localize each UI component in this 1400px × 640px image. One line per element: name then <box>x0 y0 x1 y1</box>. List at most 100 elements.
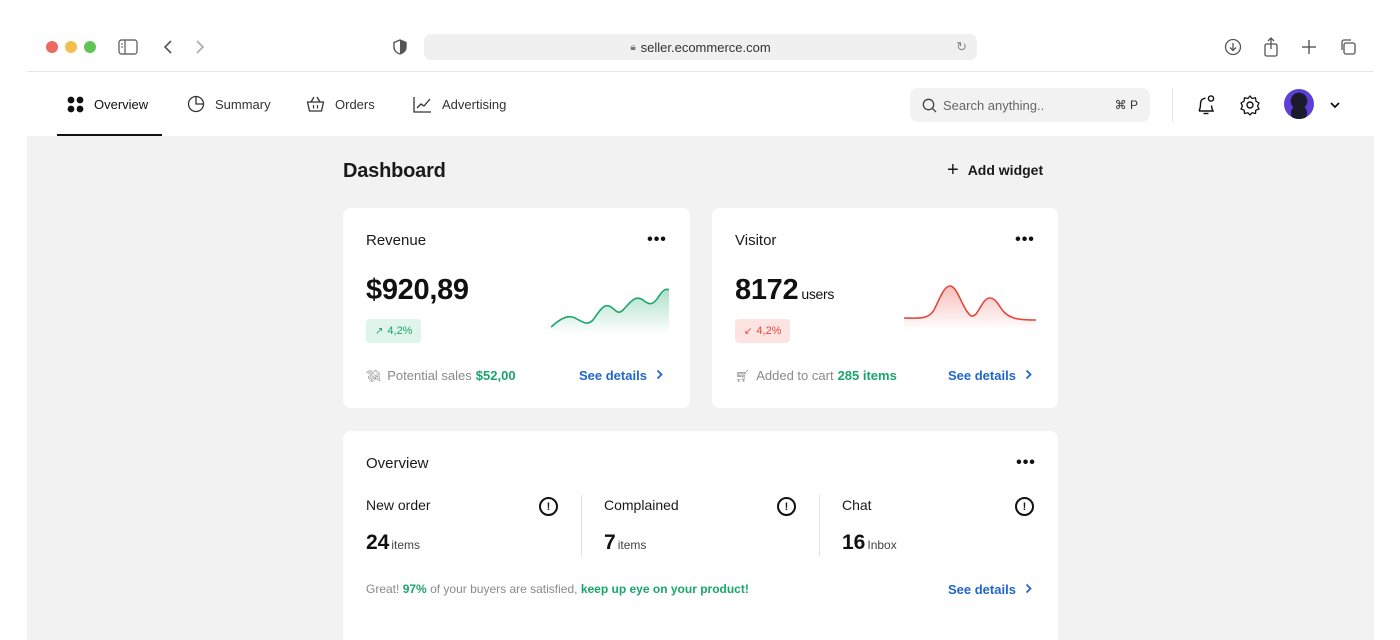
nav-item-label: Orders <box>335 96 375 112</box>
stat-complained: Complained ! 7 items <box>604 497 796 557</box>
trend-up-icon: ↗ <box>375 325 384 337</box>
footnote-label: Potential sales <box>387 368 472 383</box>
nav-item-advertising[interactable]: Advertising <box>413 72 506 136</box>
browser-toolbar: 🔒︎ seller.ecommerce.com ↻ <box>27 0 1374 72</box>
visitor-card: Visitor ••• 8172 users ↙ 4,2% 🛒︎ Added t… <box>712 208 1058 408</box>
nav-divider <box>1172 88 1173 122</box>
see-details-link[interactable]: See details <box>579 368 663 383</box>
browser-window: 🔒︎ seller.ecommerce.com ↻ Overview Summa… <box>27 0 1374 640</box>
stat-unit: Inbox <box>867 538 897 552</box>
more-options-icon[interactable]: ••• <box>1014 231 1036 248</box>
nav-item-overview[interactable]: Overview <box>67 72 148 136</box>
visitor-sparkline <box>904 285 1036 330</box>
address-bar[interactable]: 🔒︎ seller.ecommerce.com ↻ <box>424 34 977 60</box>
stat-number: 24 <box>366 531 390 554</box>
dashboard-content: Dashboard + Add widget Revenue ••• $920,… <box>27 136 1374 640</box>
privacy-shield-icon[interactable] <box>389 36 411 58</box>
search-placeholder: Search anything.. <box>943 97 1045 113</box>
info-icon[interactable]: ! <box>539 497 558 516</box>
notification-bell-icon[interactable] <box>1193 92 1219 118</box>
info-icon[interactable]: ! <box>777 497 796 516</box>
add-widget-label: Add widget <box>967 162 1044 178</box>
chevron-down-icon[interactable] <box>1322 92 1348 118</box>
download-icon[interactable] <box>1222 36 1244 58</box>
nav-item-label: Advertising <box>442 96 507 112</box>
cart-icon: 🛒︎ <box>735 368 751 383</box>
minimize-window-button[interactable] <box>65 41 77 53</box>
back-icon[interactable] <box>157 36 179 58</box>
nav-item-summary[interactable]: Summary <box>187 72 271 136</box>
stat-divider <box>581 495 582 557</box>
change-badge: ↙ 4,2% <box>735 319 791 343</box>
app-navbar: Overview Summary Orders Advertising Sear… <box>27 72 1374 136</box>
card-title: Overview <box>366 455 429 472</box>
revenue-card: Revenue ••• $920,89 ↗ 4,2% 💸︎ Potential … <box>343 208 690 408</box>
stat-label: Complained <box>604 497 679 513</box>
stat-value: 16 Inbox <box>842 531 897 555</box>
change-value: 4,2% <box>756 325 782 337</box>
stat-unit: items <box>391 538 421 552</box>
new-tab-icon[interactable] <box>1298 36 1320 58</box>
satisfaction-message: Great! 97% of your buyers are satisfied,… <box>366 582 749 596</box>
nav-item-label: Overview <box>94 96 149 112</box>
add-widget-button[interactable]: + Add widget <box>947 159 1044 181</box>
maximize-window-button[interactable] <box>84 41 96 53</box>
overview-card: Overview ••• New order ! 24 items Complai… <box>343 431 1058 640</box>
see-details-link[interactable]: See details <box>948 368 1032 383</box>
chevron-right-icon <box>1025 368 1032 383</box>
footnote-value: $52,00 <box>475 368 516 383</box>
visitor-value: 8172 users <box>735 274 834 307</box>
settings-gear-icon[interactable] <box>1237 92 1263 118</box>
change-badge: ↗ 4,2% <box>366 319 422 343</box>
stat-number: 16 <box>842 531 866 554</box>
footer-middle: of your buyers are satisfied, <box>430 582 578 596</box>
stat-unit: items <box>617 538 647 552</box>
change-value: 4,2% <box>387 325 413 337</box>
see-details-label: See details <box>579 368 647 383</box>
search-input[interactable]: Search anything.. ⌘ P <box>910 88 1150 122</box>
money-icon: 💸︎ <box>366 368 382 383</box>
page-title: Dashboard <box>343 160 446 182</box>
visitor-unit: users <box>801 286 835 302</box>
plus-icon: + <box>947 159 959 181</box>
share-icon[interactable] <box>1260 36 1282 58</box>
more-options-icon[interactable]: ••• <box>646 231 668 248</box>
see-details-link[interactable]: See details <box>948 582 1032 597</box>
card-title: Visitor <box>735 232 777 249</box>
pie-chart-icon <box>187 95 205 113</box>
footer-prefix: Great! <box>366 582 400 596</box>
lock-icon: 🔒︎ <box>630 41 636 53</box>
stat-label: Chat <box>842 497 872 513</box>
see-details-label: See details <box>948 368 1016 383</box>
see-details-label: See details <box>948 582 1016 597</box>
footnote-value: 285 items <box>837 368 897 383</box>
grid-icon <box>67 96 84 113</box>
added-to-cart: 🛒︎ Added to cart 285 items <box>735 368 897 383</box>
trend-down-icon: ↙ <box>744 325 753 337</box>
url-text: seller.ecommerce.com <box>640 39 771 55</box>
more-options-icon[interactable]: ••• <box>1015 454 1037 471</box>
revenue-sparkline <box>551 288 669 334</box>
search-icon <box>922 98 937 113</box>
card-title: Revenue <box>366 232 427 249</box>
info-icon[interactable]: ! <box>1015 497 1034 516</box>
line-chart-icon <box>413 96 432 113</box>
visitor-count: 8172 <box>735 274 799 306</box>
user-avatar[interactable] <box>1284 89 1314 119</box>
chevron-right-icon <box>656 368 663 383</box>
nav-item-orders[interactable]: Orders <box>306 72 375 136</box>
stat-value: 7 items <box>604 531 646 555</box>
stat-value: 24 items <box>366 531 420 555</box>
sidebar-toggle-icon[interactable] <box>117 36 139 58</box>
forward-icon[interactable] <box>189 36 211 58</box>
search-shortcut: ⌘ P <box>1114 98 1138 112</box>
stat-divider <box>819 495 820 557</box>
revenue-value: $920,89 <box>366 274 469 306</box>
tab-overview-icon[interactable] <box>1337 36 1359 58</box>
stat-new-order: New order ! 24 items <box>366 497 558 557</box>
stat-number: 7 <box>604 531 616 554</box>
reload-icon[interactable]: ↻ <box>956 39 967 55</box>
chevron-right-icon <box>1025 582 1032 597</box>
nav-item-label: Summary <box>215 96 271 112</box>
close-window-button[interactable] <box>46 41 58 53</box>
